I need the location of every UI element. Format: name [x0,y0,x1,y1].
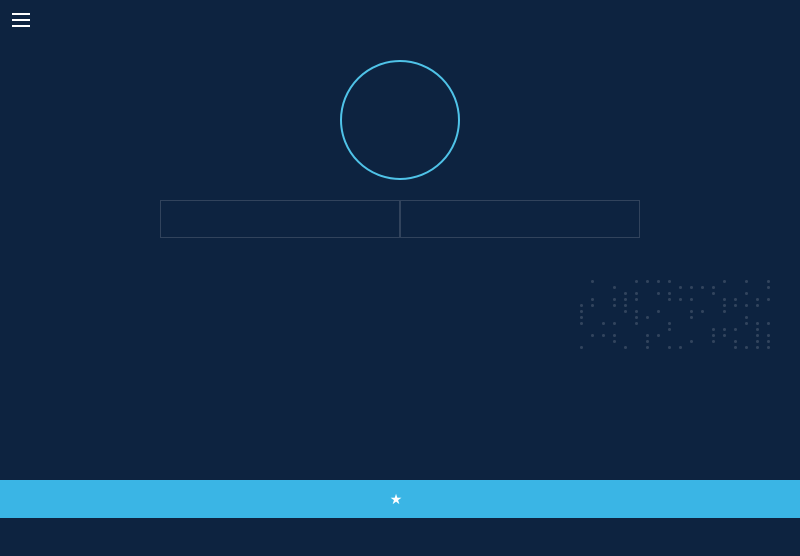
download-stat [160,200,400,238]
upload-stat [400,200,640,238]
title-bar [0,0,800,40]
dot-grid: // Generate dot grid const grid = docume… [580,280,800,349]
stats-row [160,200,640,238]
world-map-decoration: // Generate dot grid const grid = docume… [580,280,800,480]
title-bar-left [12,13,42,27]
menu-icon[interactable] [12,13,30,27]
main-content: // Generate dot grid const grid = docume… [0,40,800,518]
minimize-button[interactable] [732,8,756,32]
title-bar-controls [732,8,788,32]
close-button[interactable] [764,8,788,32]
star-icon: ★ [390,491,403,508]
timer-circle [340,60,460,180]
upgrade-bar[interactable]: ★ [0,480,800,518]
